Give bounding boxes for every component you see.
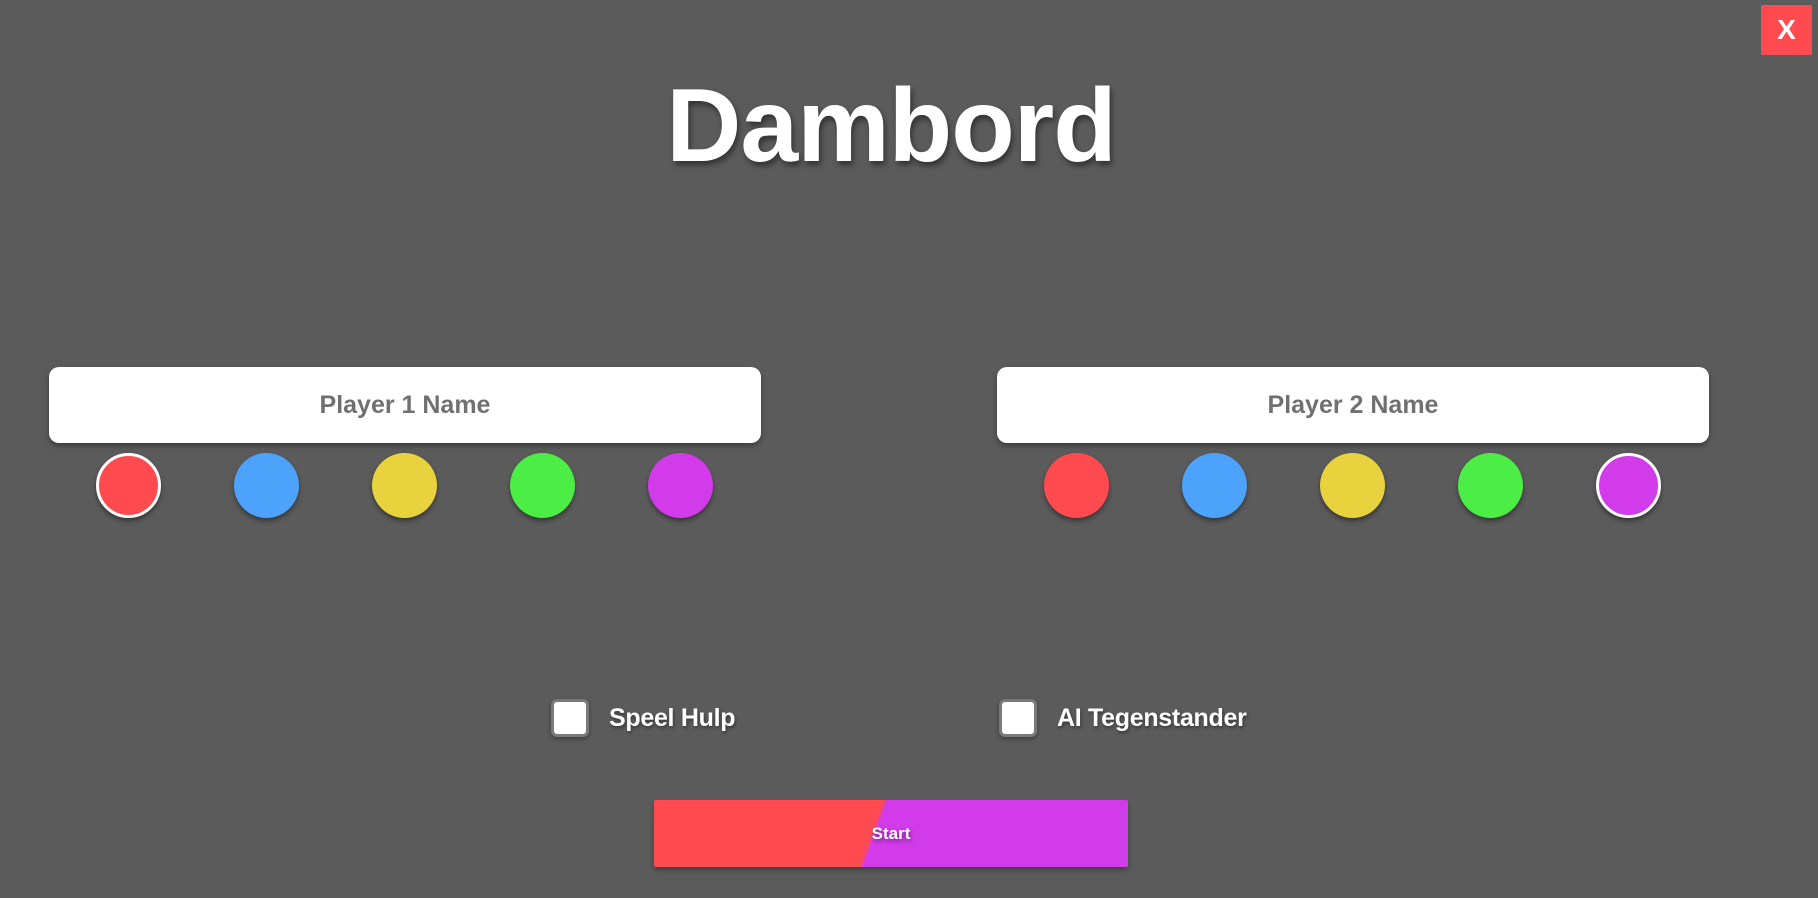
- player-1-color-green[interactable]: [510, 453, 575, 518]
- player-2-color-purple[interactable]: [1596, 453, 1661, 518]
- player-1-color-purple[interactable]: [648, 453, 713, 518]
- ai-opponent-checkbox[interactable]: [999, 699, 1037, 737]
- game-help-option[interactable]: Speel Hulp: [551, 698, 735, 738]
- player-1-color-red[interactable]: [96, 453, 161, 518]
- player-2-color-yellow[interactable]: [1320, 453, 1385, 518]
- player-1-color-picker: [49, 453, 761, 523]
- player-2-color-blue[interactable]: [1182, 453, 1247, 518]
- player-1-color-blue[interactable]: [234, 453, 299, 518]
- ai-opponent-label: AI Tegenstander: [1057, 703, 1247, 732]
- player-1-name-input[interactable]: [49, 367, 761, 443]
- start-button[interactable]: Start: [654, 800, 1128, 867]
- close-button[interactable]: X: [1761, 5, 1812, 55]
- game-help-checkbox[interactable]: [551, 699, 589, 737]
- ai-opponent-option[interactable]: AI Tegenstander: [999, 698, 1247, 738]
- player-2-color-green[interactable]: [1458, 453, 1523, 518]
- game-help-label: Speel Hulp: [609, 703, 736, 732]
- page-title: Dambord: [666, 68, 1116, 184]
- player-2-color-picker: [997, 453, 1709, 523]
- player-2-color-red[interactable]: [1044, 453, 1109, 518]
- player-2-panel: [997, 367, 1709, 523]
- player-2-name-input[interactable]: [997, 367, 1709, 443]
- player-1-color-yellow[interactable]: [372, 453, 437, 518]
- player-1-panel: [49, 367, 761, 523]
